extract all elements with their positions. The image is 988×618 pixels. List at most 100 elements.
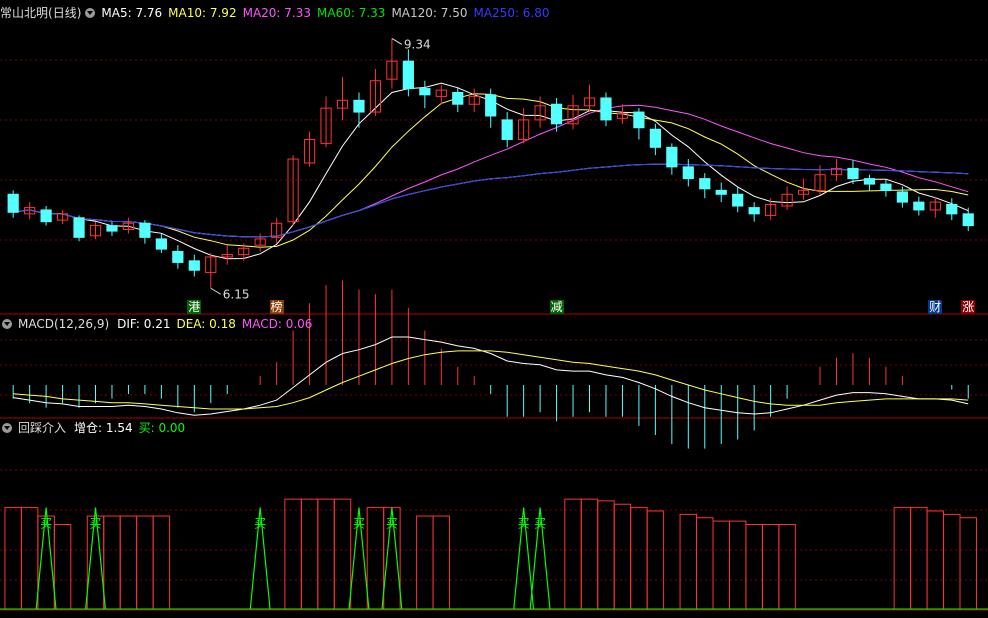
buy-label: 买 [386,517,398,531]
candle-down [748,207,760,215]
candle-down [600,97,612,121]
zengcang-bar [103,515,121,610]
buy-label: 买 [90,517,102,531]
zengcang-bar [284,498,302,610]
event-tag[interactable]: 减 [549,300,564,314]
candle-down [896,191,908,203]
candle-down [73,217,85,238]
indicator-legend-items: 增仓: 1.54 买: 0.00 [74,421,191,435]
buy-label: 买 [518,517,530,531]
buy-signal-lines: 买买买买买买买 [0,507,988,610]
macd-legend-items: DIF: 0.21 DEA: 0.18 MACD: 0.06 [117,317,318,331]
candle-down [715,189,727,195]
zengcang-bar [300,498,319,610]
event-tag[interactable]: 港 [187,300,202,314]
candle-down [682,166,694,180]
candle-down [106,225,118,232]
candle-down [633,111,645,129]
zengcang-bar [696,517,714,610]
zengcang-bar [679,513,698,610]
zengcang-bars [4,498,977,610]
macd-legend-dea: DEA: 0.18 [176,317,236,331]
legend-ma250: MA250: 6.80 [473,6,550,20]
zengcang-bar [646,510,665,610]
chevron-down-icon[interactable] [2,319,12,329]
candle-down [847,167,859,180]
zengcang-bar [4,507,22,610]
indicator-title: 回踩介入 [18,421,67,435]
zengcang-bar [613,503,632,610]
candle-down [699,178,711,190]
indicator-legend-增仓: 增仓: 1.54 [74,421,133,435]
ma-legend-items: MA5: 7.76 MA10: 7.92 MA20: 7.33 MA60: 7.33 M… [101,6,555,20]
indicator-legend-买: 买: 0.00 [138,421,186,435]
stock-period: (日线) [48,6,82,20]
zengcang-bar [317,498,335,610]
legend-ma10: MA10: 7.92 [168,6,237,20]
zengcang-bar [53,524,72,610]
zengcang-bar [910,507,928,610]
high-label: 9.34 [404,37,431,51]
zengcang-bar [745,524,763,610]
macd-legend-dif: DIF: 0.21 [117,317,171,331]
zengcang-bar [564,498,582,610]
price-annotations: 9.34 6.15 [210,37,431,301]
zengcang-bar [152,515,171,610]
candle-down [962,213,974,227]
candle-down [913,201,925,211]
candle-down [732,193,744,207]
zengcang-bar [119,515,138,610]
dif-line [13,336,969,416]
buy-label: 买 [40,517,52,531]
zengcang-bar [20,507,39,610]
zengcang-bar [630,507,648,610]
candle-down [139,222,151,238]
zengcang-bar [959,517,977,610]
chevron-down-icon[interactable] [2,423,12,433]
zengcang-bar [366,507,385,610]
event-tag[interactable]: 财 [928,300,943,314]
candle-down [485,94,497,117]
buy-label: 买 [353,517,365,531]
low-pointer [210,287,222,295]
buy-label: 买 [534,517,546,531]
macd-lines [13,336,969,416]
zengcang-bar [597,500,615,610]
stock-name: 常山北明 [0,6,49,20]
legend-ma20: MA20: 7.33 [242,6,312,20]
zengcang-bar [943,513,961,610]
candle-down [353,99,365,113]
pane-frames [0,313,988,611]
stock-chart: 9.346.15 买买买买买买买 [0,37,988,611]
candle-down [452,91,464,105]
macd-title: MACD(12,26,9) [18,317,110,331]
main-legend: 常山北明(日线) MA5: 7.76 MA10: 7.92 MA20: 7.33 MA6… [0,5,562,21]
candle-down [7,193,19,213]
candlestick-series [7,38,974,289]
candle-down [666,146,678,168]
zengcang-bar [580,498,599,610]
event-tag[interactable]: 榜 [269,300,284,314]
candle-down [188,260,200,271]
zengcang-bar [712,520,730,610]
macd-legend-macd: MACD: 0.06 [241,317,313,331]
candle-down [402,60,414,90]
zengcang-bar [416,515,434,610]
zengcang-bar [926,510,945,610]
candle-down [155,238,167,250]
macd-legend: MACD(12,26,9) DIF: 0.21 DEA: 0.18 MACD: 0.0… [0,316,324,332]
zengcang-bar [728,520,747,610]
event-tag[interactable]: 涨 [961,300,976,314]
zengcang-bar [893,507,912,610]
candle-down [40,209,52,223]
candle-down [501,119,513,140]
candle-down [863,178,876,185]
dea-line [13,350,969,410]
candle-down [550,103,563,125]
legend-ma120: MA120: 7.50 [391,6,468,20]
zengcang-bar [136,515,154,610]
candle-down [946,203,958,215]
buy-label: 买 [254,517,266,531]
candle-down [172,250,184,263]
chevron-down-icon[interactable] [85,8,96,18]
